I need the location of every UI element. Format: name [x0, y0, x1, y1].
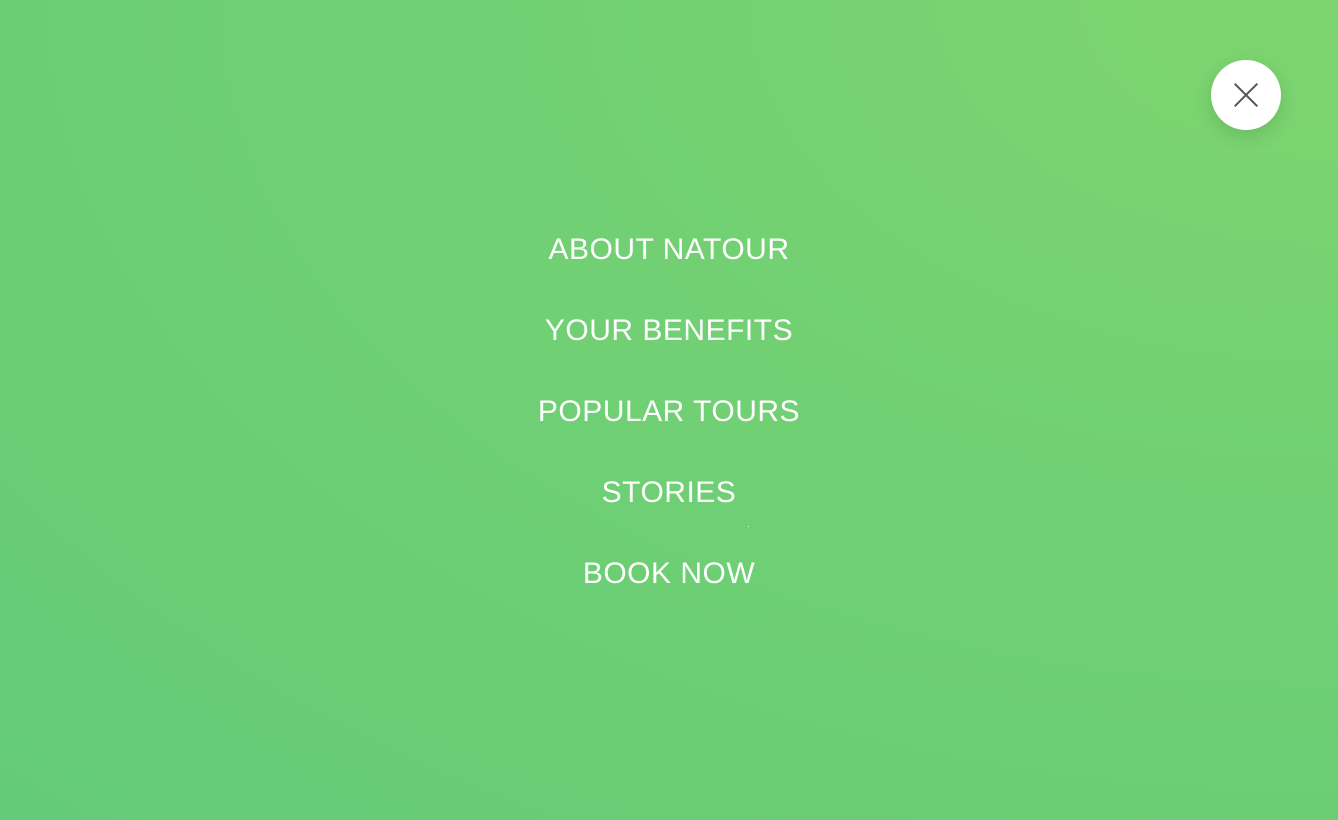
nav-item-your-benefits: YOUR BENEFITS [0, 301, 1338, 382]
nav-item-popular-tours: POPULAR TOURS [0, 382, 1338, 463]
navigation-list: ABOUT NATOUR YOUR BENEFITS POPULAR TOURS… [0, 220, 1338, 625]
navigation-overlay: ABOUT NATOUR YOUR BENEFITS POPULAR TOURS… [0, 0, 1338, 820]
nav-link-popular-tours[interactable]: POPULAR TOURS [538, 382, 800, 442]
close-button[interactable] [1211, 60, 1281, 130]
nav-item-stories: STORIES [0, 463, 1338, 544]
nav-link-stories[interactable]: STORIES [602, 463, 737, 523]
close-icon [1233, 82, 1259, 108]
nav-link-your-benefits[interactable]: YOUR BENEFITS [545, 301, 793, 361]
nav-link-book-now[interactable]: BOOK NOW [583, 544, 755, 604]
nav-item-about-natour: ABOUT NATOUR [0, 220, 1338, 301]
cursor-dot [748, 526, 749, 527]
nav-link-about-natour[interactable]: ABOUT NATOUR [548, 220, 789, 280]
nav-item-book-now: BOOK NOW [0, 544, 1338, 625]
